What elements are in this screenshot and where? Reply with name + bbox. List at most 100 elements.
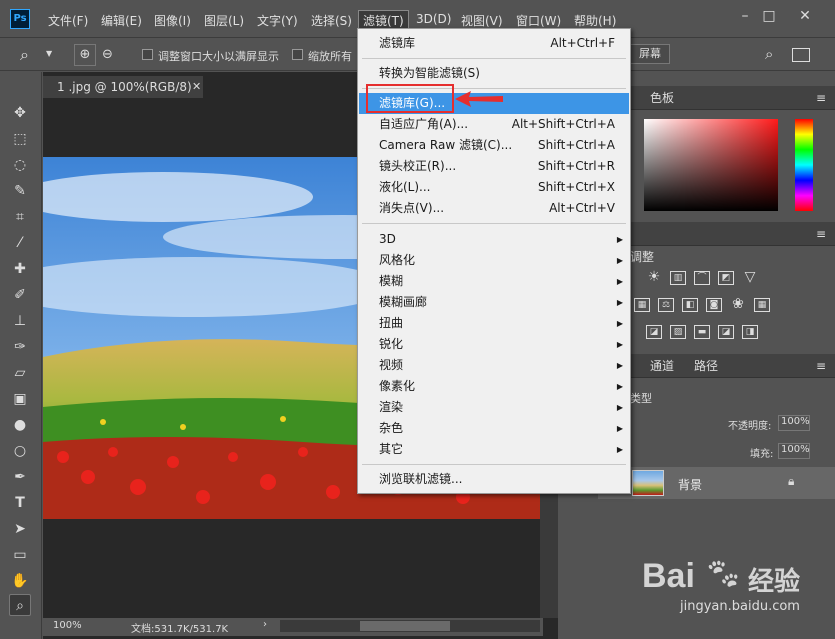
hue-slider[interactable] xyxy=(795,119,813,211)
fill-label: 填充: xyxy=(750,449,774,460)
menu-item-last-filter[interactable]: 滤镜库 Alt+Ctrl+F xyxy=(359,33,629,54)
zoom-tool-icon[interactable]: ⌕ xyxy=(20,45,29,65)
black-white-icon[interactable]: ◧ xyxy=(682,298,698,312)
menu-help[interactable]: 帮助(H) xyxy=(574,12,616,29)
menu-item-convert-smart[interactable]: 转换为智能滤镜(S) xyxy=(359,63,629,84)
menu-item-distort[interactable]: 扭曲 ▶ xyxy=(359,313,629,334)
layer-thumbnail[interactable] xyxy=(632,470,664,496)
crop-tool-icon[interactable]: ⌗ xyxy=(9,206,31,228)
menu-item-browse-online[interactable]: 浏览联机滤镜... xyxy=(359,469,629,490)
gradient-tool-icon[interactable]: ▣ xyxy=(9,388,31,410)
menu-3d[interactable]: 3D(D) xyxy=(416,12,451,26)
menu-separator xyxy=(362,223,626,224)
scrollbar-thumb[interactable] xyxy=(360,621,450,631)
zoom-out-icon[interactable]: ⊖ xyxy=(102,45,113,65)
marquee-tool-icon[interactable]: ⬚ xyxy=(9,128,31,150)
zoom-in-icon[interactable]: ⊕ xyxy=(74,44,96,66)
history-brush-tool-icon[interactable]: ✑ xyxy=(9,336,31,358)
brightness-icon[interactable]: ☀ xyxy=(646,270,662,285)
menu-item-sharpen[interactable]: 锐化 ▶ xyxy=(359,334,629,355)
color-picker-field[interactable] xyxy=(644,119,778,211)
eyedropper-tool-icon[interactable]: ⁄ xyxy=(9,232,31,254)
menu-select[interactable]: 选择(S) xyxy=(311,12,352,29)
menu-item-blur[interactable]: 模糊 ▶ xyxy=(359,271,629,292)
tab-swatches[interactable]: 色板 xyxy=(650,86,674,110)
menu-file[interactable]: 文件(F) xyxy=(48,12,88,29)
selective-color-icon[interactable]: ◨ xyxy=(742,325,758,339)
minimize-icon[interactable]: – xyxy=(732,6,758,26)
menu-item-camera-raw[interactable]: Camera Raw 滤镜(C)... Shift+Ctrl+A xyxy=(359,135,629,156)
close-tab-icon[interactable]: ✕ xyxy=(192,76,201,98)
fill-input[interactable]: 100% xyxy=(778,443,810,459)
type-tool-icon[interactable]: T xyxy=(9,492,31,514)
menu-item-blur-gallery[interactable]: 模糊画廊 ▶ xyxy=(359,292,629,313)
menu-item-stylize[interactable]: 风格化 ▶ xyxy=(359,250,629,271)
hue-sat-icon[interactable]: ▦ xyxy=(634,298,650,312)
quick-select-tool-icon[interactable]: ✎ xyxy=(9,180,31,202)
menu-item-3d[interactable]: 3D ▶ xyxy=(359,229,629,250)
menu-window[interactable]: 窗口(W) xyxy=(516,12,561,29)
invert-icon[interactable]: ◪ xyxy=(646,325,662,339)
move-tool-icon[interactable]: ✥ xyxy=(9,102,31,124)
menu-item-other[interactable]: 其它 ▶ xyxy=(359,439,629,460)
kind-filter[interactable]: 类型 xyxy=(630,390,652,406)
shape-tool-icon[interactable]: ▭ xyxy=(9,544,31,566)
vibrance-icon[interactable]: ▽ xyxy=(742,270,758,285)
hand-tool-icon[interactable]: ✋ xyxy=(9,570,31,592)
color-balance-icon[interactable]: ⚖ xyxy=(658,298,674,312)
curves-icon[interactable]: ⌒ xyxy=(694,271,710,285)
menu-edit[interactable]: 编辑(E) xyxy=(101,12,142,29)
panel-menu-icon[interactable]: ≡ xyxy=(816,359,826,373)
tab-channels[interactable]: 通道 xyxy=(650,354,674,378)
blur-tool-icon[interactable]: ● xyxy=(9,414,31,436)
zoom-all-checkbox[interactable] xyxy=(292,49,303,60)
menu-item-noise[interactable]: 杂色 ▶ xyxy=(359,418,629,439)
healing-tool-icon[interactable]: ✚ xyxy=(9,258,31,280)
dodge-tool-icon[interactable]: ○ xyxy=(9,440,31,462)
menu-type[interactable]: 文字(Y) xyxy=(257,12,298,29)
menu-item-render[interactable]: 渲染 ▶ xyxy=(359,397,629,418)
menu-view[interactable]: 视图(V) xyxy=(461,12,503,29)
menu-item-vanishing-point[interactable]: 消失点(V)... Alt+Ctrl+V xyxy=(359,198,629,219)
photo-filter-icon[interactable]: ◙ xyxy=(706,298,722,312)
search-icon[interactable]: ⌕ xyxy=(765,45,773,63)
color-lookup-icon[interactable]: ▦ xyxy=(754,298,770,312)
eraser-tool-icon[interactable]: ▱ xyxy=(9,362,31,384)
fullscreen-button[interactable]: 屏幕 xyxy=(630,44,670,64)
levels-icon[interactable]: ▥ xyxy=(670,271,686,285)
menu-item-liquify[interactable]: 液化(L)... Shift+Ctrl+X xyxy=(359,177,629,198)
zoom-level[interactable]: 100% xyxy=(53,620,82,631)
chevron-right-icon[interactable]: › xyxy=(263,619,267,630)
threshold-icon[interactable]: ▬ xyxy=(694,325,710,339)
lock-icon[interactable]: 🔒︎ xyxy=(788,474,794,489)
path-select-tool-icon[interactable]: ➤ xyxy=(9,518,31,540)
brush-tool-icon[interactable]: ✐ xyxy=(9,284,31,306)
panel-menu-icon[interactable]: ≡ xyxy=(816,227,826,241)
workspace-icon[interactable] xyxy=(792,48,810,62)
document-tab-title: 1 .jpg @ 100%(RGB/8) xyxy=(57,80,192,94)
menu-item-video[interactable]: 视频 ▶ xyxy=(359,355,629,376)
watermark-brand-right: 经验 xyxy=(748,567,801,597)
pen-tool-icon[interactable]: ✒ xyxy=(9,466,31,488)
posterize-icon[interactable]: ▨ xyxy=(670,325,686,339)
menu-item-pixelate[interactable]: 像素化 ▶ xyxy=(359,376,629,397)
menu-image[interactable]: 图像(I) xyxy=(154,12,191,29)
stamp-tool-icon[interactable]: ⊥ xyxy=(9,310,31,332)
lasso-tool-icon[interactable]: ◌ xyxy=(9,154,31,176)
channel-mixer-icon[interactable]: ❀ xyxy=(730,297,746,312)
menu-separator xyxy=(362,464,626,465)
menu-layer[interactable]: 图层(L) xyxy=(204,12,244,29)
maximize-icon[interactable]: □ xyxy=(756,6,782,26)
chevron-down-icon[interactable]: ▼ xyxy=(46,49,52,58)
gradient-map-icon[interactable]: ◪ xyxy=(718,325,734,339)
menu-item-lens-correction[interactable]: 镜头校正(R)... Shift+Ctrl+R xyxy=(359,156,629,177)
document-tab[interactable]: 1 .jpg @ 100%(RGB/8) ✕ xyxy=(43,76,203,98)
exposure-icon[interactable]: ◩ xyxy=(718,271,734,285)
panel-menu-icon[interactable]: ≡ xyxy=(816,91,826,105)
resize-window-checkbox[interactable] xyxy=(142,49,153,60)
tab-paths[interactable]: 路径 xyxy=(694,354,718,378)
close-icon[interactable]: ✕ xyxy=(792,6,818,26)
menu-item-adaptive-wide[interactable]: 自适应广角(A)... Alt+Shift+Ctrl+A xyxy=(359,114,629,135)
zoom-tool-icon[interactable]: ⌕ xyxy=(9,594,31,616)
opacity-input[interactable]: 100% xyxy=(778,415,810,431)
